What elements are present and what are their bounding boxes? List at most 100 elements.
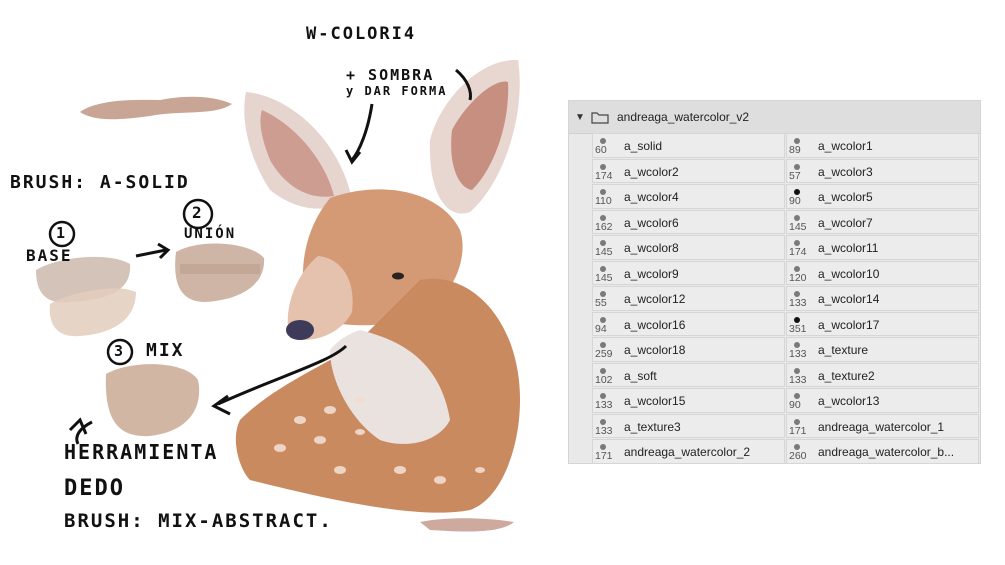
brush-name: a_wcolor3 (818, 164, 873, 179)
brush-size: 102 (595, 373, 613, 386)
step-2-number: 2 (192, 203, 204, 222)
step-3-number: 3 (114, 342, 126, 360)
brush-name: a_wcolor10 (818, 266, 880, 281)
brush-library-panel: ▼ andreaga_watercolor_v2 60 a_solid 89 a_wc… (568, 100, 981, 464)
step-1-number: 1 (56, 224, 68, 242)
brush-name: a_wcolor7 (818, 215, 873, 230)
folder-icon (591, 111, 609, 124)
brush-size: 145 (789, 220, 807, 233)
brush-size: 133 (789, 297, 807, 309)
brush-folder-header[interactable]: ▼ andreaga_watercolor_v2 (569, 101, 980, 134)
note-w-colori4: W-COLORI4 (306, 24, 417, 44)
brush-preset[interactable]: 102 a_soft (592, 362, 785, 387)
brush-preset[interactable]: 174 a_wcolor11 (786, 235, 979, 260)
brush-size: 259 (595, 348, 613, 360)
brush-preset[interactable]: 133 a_texture2 (786, 362, 979, 387)
brush-preset[interactable]: 110 a_wcolor4 (592, 184, 785, 209)
brush-size: 133 (789, 348, 807, 360)
brush-size: 133 (789, 373, 807, 386)
brush-name: a_wcolor14 (818, 292, 880, 306)
brush-preset[interactable]: 90 a_wcolor13 (786, 388, 979, 413)
brush-name: a_wcolor12 (624, 292, 686, 306)
brush-preset[interactable]: 94 a_wcolor16 (592, 311, 785, 336)
note-brush-a-solid: BRUSH: A-SOLID (10, 172, 190, 193)
brush-name: andreaga_watercolor_2 (624, 445, 751, 459)
brush-size: 60 (595, 144, 607, 156)
brush-name: a_wcolor1 (818, 139, 873, 153)
brush-size: 57 (789, 169, 801, 182)
brush-size: 133 (595, 399, 613, 411)
brush-name: a_wcolor5 (818, 190, 873, 204)
brush-size: 94 (595, 322, 607, 335)
brush-name: a_wcolor2 (624, 164, 679, 179)
brush-name: a_texture2 (818, 368, 875, 383)
step-2-label: UNIÓN (184, 226, 237, 242)
brush-name: a_solid (624, 139, 663, 153)
brush-size: 120 (789, 271, 807, 284)
brush-preset[interactable]: 55 a_wcolor12 (592, 286, 785, 311)
step-3-label: MIX (146, 340, 185, 361)
brush-preset[interactable]: 259 a_wcolor18 (592, 337, 785, 362)
brush-preset[interactable]: 133 a_texture3 (592, 413, 785, 438)
note-sombra: + SOMBRA (346, 66, 435, 84)
brush-name: a_wcolor18 (624, 343, 686, 357)
brush-preset[interactable]: 171 andreaga_watercolor_2 (592, 439, 785, 464)
step-1-label: BASE (26, 246, 73, 265)
swatch-mix (105, 364, 200, 437)
brush-name: andreaga_watercolor_b... (818, 445, 955, 459)
brush-preset[interactable]: 145 a_wcolor7 (786, 209, 979, 234)
brush-name: andreaga_watercolor_1 (818, 419, 945, 434)
brush-preset[interactable]: 60 a_solid (592, 133, 785, 158)
brush-preset[interactable]: 133 a_wcolor15 (592, 388, 785, 413)
brush-preset[interactable]: 145 a_wcolor8 (592, 235, 785, 260)
brush-size: 171 (595, 450, 613, 462)
deer-eye (392, 272, 404, 280)
brush-size: 162 (595, 220, 613, 233)
note-dar-forma: y DAR FORMA (346, 84, 448, 98)
brush-grid: 60 a_solid 89 a_wcolor1 174 a_wcolor2 57 a_wcol… (591, 133, 979, 465)
brush-size: 145 (595, 246, 613, 258)
brush-size: 260 (789, 450, 807, 462)
brush-size: 174 (789, 246, 807, 258)
brush-name: a_texture (818, 343, 869, 357)
brush-name: a_wcolor16 (624, 317, 686, 332)
brush-preset[interactable]: 57 a_wcolor3 (786, 158, 979, 183)
brush-preset[interactable]: 260 andreaga_watercolor_b... (786, 439, 979, 464)
brush-size: 174 (595, 169, 613, 182)
brush-size: 171 (789, 424, 807, 437)
brush-name: a_soft (624, 368, 657, 383)
brush-preset[interactable]: 133 a_wcolor14 (786, 286, 979, 311)
brush-stroke-top (80, 96, 232, 120)
brush-preset[interactable]: 171 andreaga_watercolor_1 (786, 413, 979, 438)
brush-name: a_texture3 (624, 419, 681, 434)
brush-name: a_wcolor4 (624, 190, 679, 204)
brush-preset[interactable]: 351 a_wcolor17 (786, 311, 979, 336)
brush-name: a_wcolor6 (624, 215, 679, 230)
brush-size: 133 (595, 424, 613, 437)
brush-size: 55 (595, 297, 607, 309)
brush-preset[interactable]: 174 a_wcolor2 (592, 158, 785, 183)
brush-preset[interactable]: 162 a_wcolor6 (592, 209, 785, 234)
note-brush-mix-abstract: BRUSH: MIX-ABSTRACT. (64, 510, 333, 532)
brush-size: 145 (595, 271, 613, 284)
brush-preset[interactable]: 133 a_texture (786, 337, 979, 362)
brush-size: 90 (789, 399, 801, 411)
brush-size: 89 (789, 144, 801, 156)
brush-size: 110 (595, 195, 612, 207)
note-dedo: DEDO (64, 476, 125, 501)
brush-stroke-bottom (420, 518, 514, 532)
note-herramienta: HERRAMIENTA (64, 440, 219, 464)
brush-name: a_wcolor11 (818, 241, 879, 255)
brush-name: a_wcolor13 (818, 394, 880, 408)
brush-preset[interactable]: 120 a_wcolor10 (786, 260, 979, 285)
brush-name: a_wcolor17 (818, 317, 880, 332)
deer-nose (286, 320, 314, 340)
brush-preset[interactable]: 89 a_wcolor1 (786, 133, 979, 158)
brush-name: a_wcolor15 (624, 394, 686, 408)
arrow-sombra (350, 103, 374, 161)
brush-preset[interactable]: 90 a_wcolor5 (786, 184, 979, 209)
brush-preset[interactable]: 145 a_wcolor9 (592, 260, 785, 285)
chevron-down-icon[interactable]: ▼ (569, 112, 591, 123)
brush-name: a_wcolor8 (624, 241, 679, 255)
brush-size: 351 (789, 322, 807, 335)
